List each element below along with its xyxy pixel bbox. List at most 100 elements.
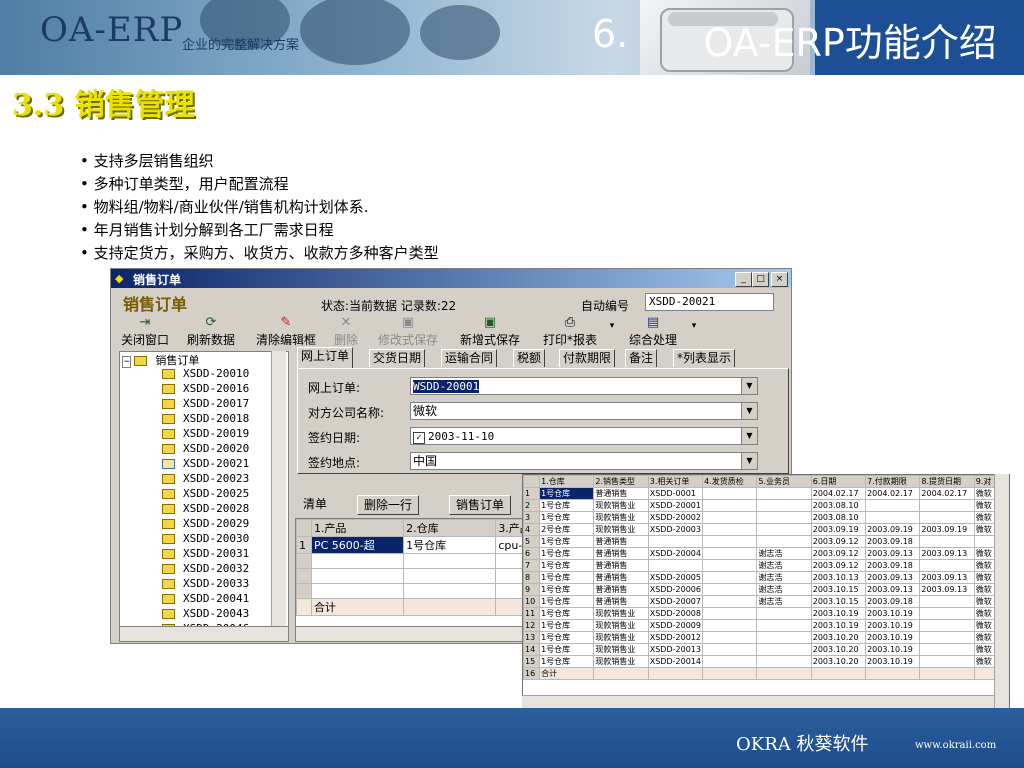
table-cell[interactable]: 合计	[310, 598, 405, 616]
table-cell[interactable]: XSDD-20004	[647, 547, 704, 560]
table-cell[interactable]: 2003.10.19	[865, 607, 921, 620]
table-cell[interactable]	[756, 535, 812, 548]
column-header[interactable]: 4.发货质检	[702, 475, 758, 488]
tree-item[interactable]: XSDD-20020	[162, 442, 249, 457]
tab-list-view[interactable]: *列表显示	[673, 349, 736, 367]
maximize-button[interactable]: □	[752, 272, 769, 287]
table-cell[interactable]: 2003.10.19	[865, 655, 921, 668]
table-row[interactable]: 6 1号仓库 普通销售 XSDD-20004 谢志浩 2003.09.12 2003.09.…	[523, 547, 1008, 560]
table-cell[interactable]: PC 5600-超	[310, 536, 405, 554]
table-cell[interactable]: 普通销售	[593, 547, 649, 560]
tree-item[interactable]: XSDD-20031	[162, 547, 249, 562]
table-cell[interactable]	[756, 607, 812, 620]
table-cell[interactable]	[702, 583, 758, 596]
chevron-down-icon[interactable]: ▼	[741, 453, 757, 469]
tree-item[interactable]: XSDD-20023	[162, 472, 249, 487]
table-cell[interactable]: XSDD-20002	[647, 511, 704, 524]
tree-item[interactable]: XSDD-20032	[162, 562, 249, 577]
column-header[interactable]: 7.付款期限	[865, 475, 921, 488]
table-row[interactable]: 10 1号仓库 普通销售 XSDD-20007 谢志浩 2003.10.15 2003.09…	[523, 595, 1008, 608]
table-cell[interactable]: 谢志浩	[756, 583, 812, 596]
tab-notes[interactable]: 备注	[625, 349, 658, 367]
table-cell[interactable]: 现款销售业	[593, 607, 649, 620]
table-cell[interactable]	[919, 631, 975, 644]
table-cell[interactable]: 1号仓库	[403, 536, 497, 554]
table-cell[interactable]: 2003.09.13	[865, 547, 921, 560]
table-cell[interactable]	[919, 607, 975, 620]
table-cell[interactable]: 2003.09.13	[865, 583, 921, 596]
table-cell[interactable]	[310, 583, 405, 599]
table-cell[interactable]	[702, 655, 758, 668]
print-dropdown-chevron-icon[interactable]: ▾	[607, 321, 617, 331]
table-cell[interactable]	[702, 535, 758, 548]
table-cell[interactable]: 2004.02.17	[919, 487, 975, 500]
table-cell[interactable]: 2003.08.10	[810, 499, 867, 512]
table-cell[interactable]	[702, 511, 758, 524]
table-cell[interactable]: XSDD-20007	[647, 595, 704, 608]
table-cell[interactable]: 2003.08.10	[810, 511, 867, 524]
column-header[interactable]: 3.相关订单	[647, 475, 704, 488]
chevron-down-icon[interactable]: ▼	[741, 428, 757, 444]
column-header[interactable]: 6.日期	[810, 475, 867, 488]
table-cell[interactable]	[702, 631, 758, 644]
tree-item[interactable]: XSDD-20018	[162, 412, 249, 427]
table-cell[interactable]: 谢志浩	[756, 559, 812, 572]
table-row[interactable]	[296, 553, 532, 569]
table-row[interactable]	[296, 583, 532, 599]
table-cell[interactable]: 现款销售业	[593, 631, 649, 644]
table-cell[interactable]	[756, 655, 812, 668]
tree-vertical-scrollbar[interactable]	[271, 351, 286, 626]
table-cell[interactable]: 普通销售	[593, 487, 649, 500]
table-cell[interactable]: 2003.09.13	[919, 547, 975, 560]
table-cell[interactable]: 现款销售业	[593, 523, 649, 536]
table-cell[interactable]	[756, 511, 812, 524]
table-cell[interactable]: 1号仓库	[539, 547, 595, 560]
tree-horizontal-scrollbar[interactable]	[119, 626, 289, 642]
table-cell[interactable]: 现款销售业	[593, 619, 649, 632]
table-cell[interactable]	[919, 499, 975, 512]
table-cell[interactable]	[702, 595, 758, 608]
table-row[interactable]: 1 1号仓库 普通销售 XSDD-0001 2004.02.17 2004.02.17 20…	[523, 487, 1008, 500]
table-cell[interactable]	[702, 499, 758, 512]
table-cell[interactable]: 2003.10.19	[865, 643, 921, 656]
column-header[interactable]: 5.业务员	[756, 475, 812, 488]
tree-item[interactable]: XSDD-20029	[162, 517, 249, 532]
collapse-icon[interactable]: −	[122, 356, 132, 368]
table-row[interactable]: 合计	[296, 598, 532, 616]
table-row[interactable]: 13 1号仓库 现款销售业 XSDD-20012 2003.10.20 2003.10.1…	[523, 631, 1008, 644]
refresh-button[interactable]: ⟳ 刷新数据	[181, 315, 241, 348]
table-cell[interactable]: XSDD-0001	[647, 487, 704, 500]
chevron-down-icon[interactable]: ▼	[741, 403, 757, 419]
tab-payment-terms[interactable]: 付款期限	[559, 349, 616, 367]
table-cell[interactable]: 2003.09.19	[919, 523, 975, 536]
table-row[interactable]: 2 1号仓库 现款销售业 XSDD-20001 2003.08.10 微软	[523, 499, 1008, 512]
table-cell[interactable]: 2003.10.19	[865, 631, 921, 644]
clear-editbox-button[interactable]: ✎ 清除编辑框	[249, 315, 323, 348]
table-cell[interactable]: 现款销售业	[593, 499, 649, 512]
table-cell[interactable]	[702, 547, 758, 560]
table-cell[interactable]: 1号仓库	[539, 655, 595, 668]
tree-item[interactable]: XSDD-20030	[162, 532, 249, 547]
process-dropdown-chevron-icon[interactable]: ▾	[689, 321, 699, 331]
table-cell[interactable]: 2003.09.13	[865, 571, 921, 584]
tree-item[interactable]: XSDD-20021	[162, 457, 249, 472]
table-cell[interactable]: 谢志浩	[756, 595, 812, 608]
print-report-button[interactable]: ⎙ 打印*报表	[535, 315, 605, 348]
table-cell[interactable]: 2003.09.13	[919, 571, 975, 584]
online-order-select[interactable]: WSDD-20001 ▼	[410, 377, 758, 395]
table-cell[interactable]: 2003.10.15	[810, 583, 867, 596]
table-row[interactable]: 3 1号仓库 现款销售业 XSDD-20002 2003.08.10 微软	[523, 511, 1008, 524]
table-cell[interactable]: 普通销售	[593, 571, 649, 584]
tree-root[interactable]: − 销售订单	[122, 352, 199, 368]
table-cell[interactable]	[702, 559, 758, 572]
table-cell[interactable]: 现款销售业	[593, 643, 649, 656]
table-cell[interactable]	[756, 643, 812, 656]
delete-row-button[interactable]: 删除一行	[357, 495, 420, 515]
grid-horizontal-scrollbar[interactable]	[522, 695, 994, 709]
table-cell[interactable]: 2003.09.18	[865, 535, 921, 548]
table-row[interactable]: 11 1号仓库 现款销售业 XSDD-20008 2003.10.19 2003.10.1…	[523, 607, 1008, 620]
table-cell[interactable]: 2号仓库	[539, 523, 595, 536]
table-cell[interactable]: 2003.10.19	[865, 619, 921, 632]
table-cell[interactable]: 1号仓库	[539, 619, 595, 632]
table-cell[interactable]	[702, 487, 758, 500]
